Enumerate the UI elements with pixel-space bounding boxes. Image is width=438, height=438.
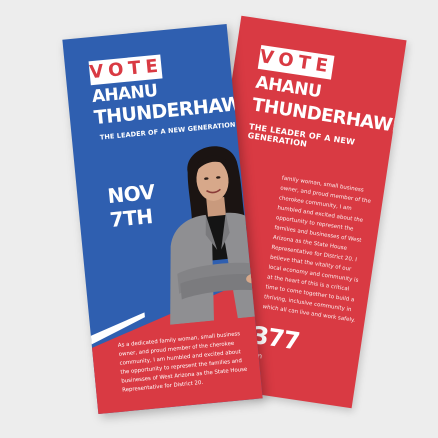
election-date-day: 7TH xyxy=(108,204,154,232)
back-bio-text: family woman, small business owner, and … xyxy=(262,175,372,324)
flyer-mockup-scene: VOTE AHANU THUNDERHAWK THE LEADER OF A N… xyxy=(0,0,438,438)
